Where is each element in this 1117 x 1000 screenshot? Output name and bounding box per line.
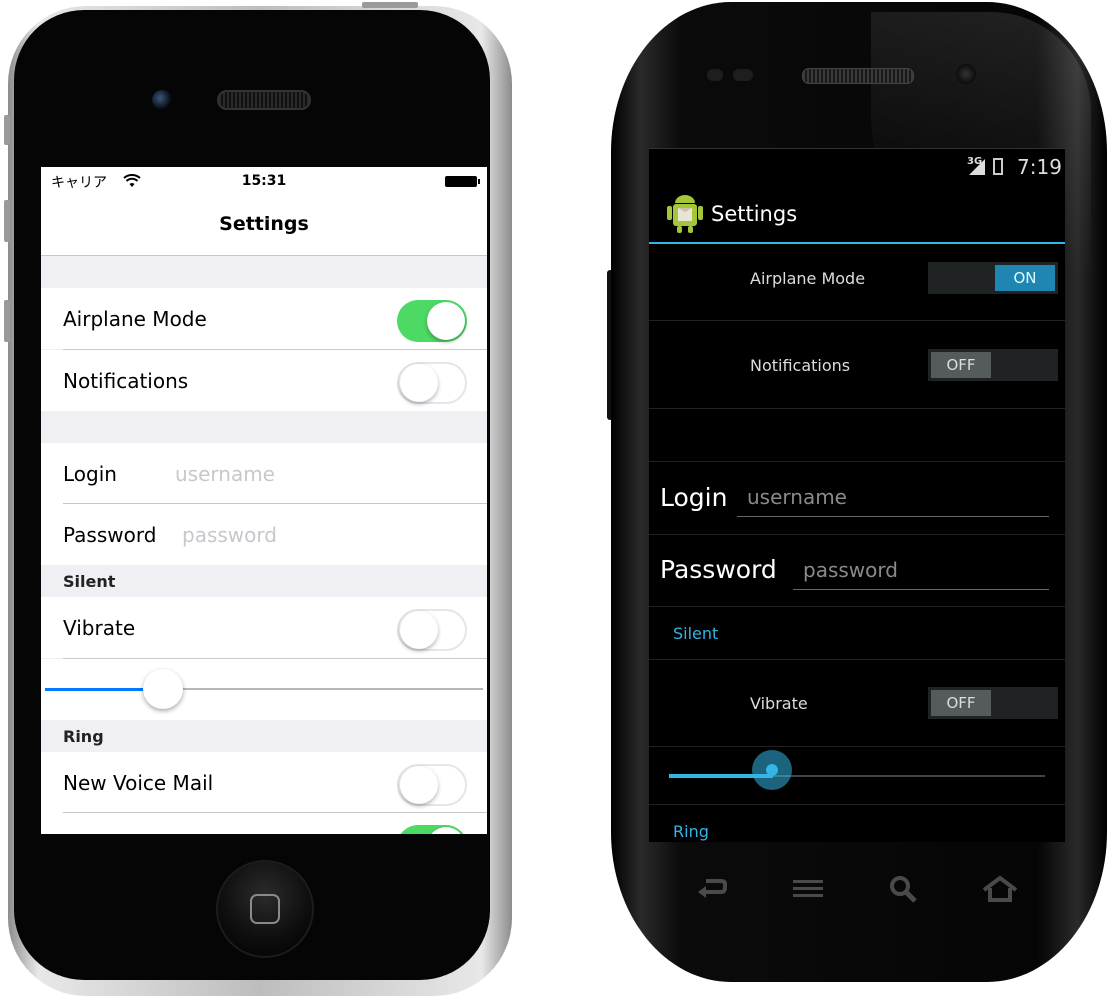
switch-knob (427, 302, 465, 340)
switch-knob (400, 766, 438, 804)
volume-down-button (4, 300, 10, 342)
login-cell: Login username (41, 443, 487, 504)
search-icon[interactable] (888, 874, 918, 904)
signal-icon (969, 159, 985, 175)
vibrate-label: Vibrate (750, 694, 808, 713)
airplane-mode-switch[interactable] (397, 300, 467, 342)
slider-thumb[interactable] (143, 669, 183, 709)
home-button[interactable] (216, 860, 314, 958)
airplane-mode-label: Airplane Mode (63, 307, 207, 331)
notifications-label: Notifications (63, 369, 189, 393)
ios-screen: キャリア 15:31 Settings Airplane Mode Notifi… (41, 167, 487, 834)
front-camera-icon (152, 90, 172, 110)
username-underline (737, 516, 1049, 517)
voice-mail-cell: New Voice Mail (41, 752, 487, 813)
front-camera-icon (956, 64, 976, 84)
home-icon[interactable] (981, 874, 1019, 904)
toggle-off-thumb: OFF (931, 690, 991, 716)
voice-mail-label: New Voice Mail (63, 771, 214, 795)
list-divider (649, 804, 1065, 805)
airplane-mode-toggle[interactable]: ON (928, 262, 1058, 294)
login-label: Login (660, 483, 728, 512)
back-icon[interactable] (694, 874, 728, 904)
next-cell (41, 813, 487, 834)
seekbar-track[interactable] (773, 775, 1045, 777)
switch-knob (427, 827, 465, 834)
notifications-cell: Notifications (41, 350, 487, 411)
password-input[interactable]: password (803, 558, 898, 582)
password-label: Password (660, 555, 777, 584)
earpiece-speaker (217, 90, 311, 110)
airplane-mode-label: Airplane Mode (750, 269, 866, 288)
android-screen: 3G 7:19 Settings Airplane Mode ON Notifi… (649, 148, 1065, 842)
section-header-ring: Ring (673, 822, 709, 841)
list-divider (649, 461, 1065, 462)
earpiece-speaker (802, 68, 914, 84)
ios-navigation-bar: Settings (41, 195, 487, 256)
mute-switch (4, 115, 10, 145)
password-label: Password (63, 523, 157, 547)
list-divider (649, 746, 1065, 747)
ios-clock: 15:31 (241, 173, 287, 189)
notifications-switch[interactable] (397, 362, 467, 404)
home-square-icon (250, 894, 280, 924)
toggle-off-thumb: OFF (931, 352, 991, 378)
notifications-toggle[interactable]: OFF (928, 349, 1058, 381)
list-divider (649, 320, 1065, 321)
vibrate-cell: Vibrate (41, 597, 487, 658)
page-title: Settings (711, 202, 798, 226)
volume-up-button (4, 200, 10, 242)
proximity-sensor (707, 69, 723, 81)
power-button (362, 2, 418, 8)
light-sensor (733, 69, 753, 81)
list-divider (649, 408, 1065, 409)
android-status-bar: 3G 7:19 (649, 148, 1065, 183)
section-header-silent: Silent (63, 572, 116, 591)
switch-knob (400, 611, 438, 649)
ios-status-bar: キャリア 15:31 (41, 167, 487, 195)
battery-tip (478, 179, 480, 184)
password-input[interactable]: password (182, 523, 277, 547)
voice-mail-switch[interactable] (397, 764, 467, 806)
toggle-on-thumb: ON (995, 265, 1055, 291)
slider-track[interactable] (165, 688, 483, 690)
password-underline (793, 589, 1049, 590)
battery-icon (993, 158, 1003, 175)
vibrate-switch[interactable] (397, 609, 467, 651)
android-app-icon (667, 195, 703, 233)
list-divider (649, 659, 1065, 660)
switch-knob (400, 364, 438, 402)
list-divider (649, 534, 1065, 535)
android-action-bar: Settings (649, 182, 1065, 244)
username-input[interactable]: username (175, 462, 275, 486)
login-label: Login (63, 462, 117, 486)
airplane-mode-cell: Airplane Mode (41, 288, 487, 349)
menu-icon[interactable] (791, 878, 825, 900)
page-title: Settings (219, 213, 309, 235)
section-header-ring: Ring (63, 727, 104, 746)
username-input[interactable]: username (747, 485, 847, 509)
seekbar-thumb[interactable] (766, 764, 778, 776)
battery-icon (445, 176, 477, 187)
password-cell: Password password (41, 504, 487, 565)
section-header-silent: Silent (673, 624, 719, 643)
list-divider (649, 606, 1065, 607)
next-cell-switch[interactable] (397, 825, 467, 834)
notifications-label: Notifications (750, 356, 851, 375)
vibrate-label: Vibrate (63, 616, 136, 640)
android-clock: 7:19 (1017, 155, 1062, 179)
vibrate-toggle[interactable]: OFF (928, 687, 1058, 719)
